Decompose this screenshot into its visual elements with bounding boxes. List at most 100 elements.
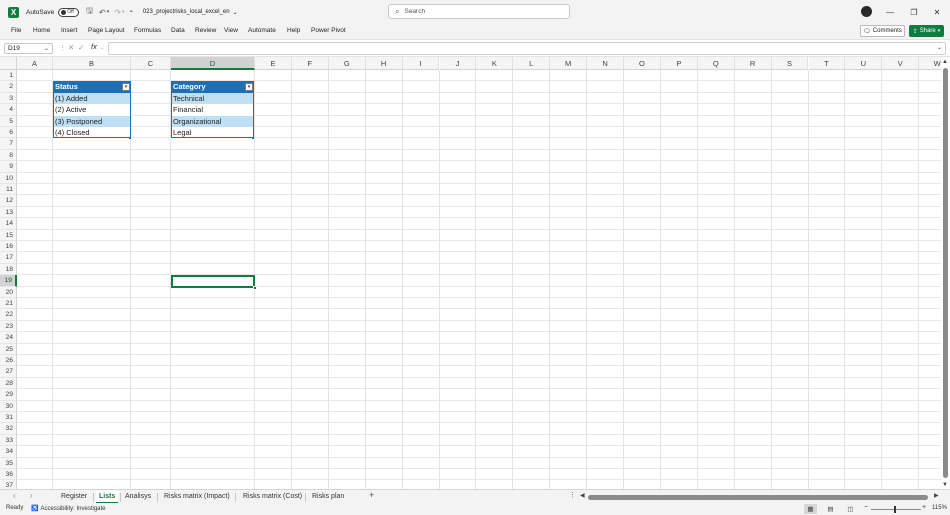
next-sheet-icon[interactable]: › [30,491,33,500]
column-header-n[interactable]: N [587,57,624,70]
menu-file[interactable]: File [11,27,21,34]
cancel-icon[interactable]: ✕ [68,43,74,52]
table-resize-handle[interactable] [129,136,131,139]
scroll-left-icon[interactable]: ◀ [580,492,585,499]
sheet-tab-risks-plan[interactable]: Risks plan [312,491,344,502]
zoom-slider[interactable] [871,506,921,513]
undo-icon[interactable]: ↶ [99,8,106,17]
row-header-27[interactable]: 27 [0,366,17,378]
column-header-h[interactable]: H [365,57,403,70]
row-header-31[interactable]: 31 [0,412,17,424]
menu-home[interactable]: Home [33,27,50,34]
scroll-down-icon[interactable]: ▼ [942,482,948,488]
page-break-preview-icon[interactable]: ◫ [844,504,857,514]
column-header-k[interactable]: K [476,57,514,70]
status-item-cell[interactable]: (1) Added [53,92,131,105]
category-item-cell[interactable]: Technical [171,92,254,105]
sheet-tab-risks-matrix-impact[interactable]: Risks matrix (Impact) [164,491,230,502]
row-header-32[interactable]: 32 [0,423,17,435]
add-sheet-icon[interactable]: + [369,490,374,500]
row-header-13[interactable]: 13 [0,206,17,219]
avatar[interactable] [861,6,872,17]
normal-view-icon[interactable]: ▦ [804,504,817,514]
status-item-cell[interactable]: (2) Active [53,104,131,116]
status-item-cell[interactable]: (3) Postponed [53,115,131,127]
category-item-cell[interactable]: Legal [171,127,254,139]
row-header-26[interactable]: 26 [0,355,17,367]
row-header-3[interactable]: 3 [0,92,17,105]
status-item-cell[interactable]: (4) Closed [53,127,131,139]
search-box[interactable]: ⌕ [388,4,570,19]
category-header-cell[interactable]: Category [171,81,254,93]
expand-formula-icon[interactable]: ⌄ [937,44,942,51]
row-header-15[interactable]: 15 [0,229,17,241]
minimize-icon[interactable]: — [883,5,897,19]
chevron-down-icon[interactable]: ⌄ [100,45,104,51]
column-header-d[interactable]: D [171,57,255,70]
row-header-4[interactable]: 4 [0,104,17,116]
zoom-in-icon[interactable]: + [922,504,926,511]
column-header-i[interactable]: I [402,57,440,70]
close-icon[interactable]: ✕ [930,5,944,19]
column-header-u[interactable]: U [845,57,883,70]
row-header-22[interactable]: 22 [0,309,17,321]
column-header-p[interactable]: P [660,57,698,70]
redo-dropdown-icon[interactable]: ▾ [122,9,125,15]
sheet-tab-analisys[interactable]: Analisys [125,491,151,502]
column-header-e[interactable]: E [255,57,292,70]
select-all-corner[interactable] [0,57,17,70]
row-header-37[interactable]: 37 [0,480,17,489]
sheet-tab-register[interactable]: Register [61,491,87,502]
zoom-out-icon[interactable]: − [864,504,868,511]
name-box[interactable]: D19 ⌄ [4,43,53,54]
more-options-icon[interactable]: ⋮ [569,491,576,499]
horizontal-scroll-thumb[interactable] [588,495,928,500]
row-header-17[interactable]: 17 [0,252,17,264]
filter-dropdown-icon[interactable]: ▾ [245,83,253,91]
status-header-cell[interactable]: Status [53,81,131,93]
row-header-2[interactable]: 2 [0,81,17,93]
column-header-g[interactable]: G [328,57,366,70]
column-header-o[interactable]: O [624,57,661,70]
row-header-28[interactable]: 28 [0,377,17,390]
row-header-14[interactable]: 14 [0,218,17,230]
comments-button[interactable]: 🗨 Comments [860,25,905,37]
category-item-cell[interactable]: Financial [171,104,254,116]
row-header-10[interactable]: 10 [0,172,17,184]
prev-sheet-icon[interactable]: ‹ [13,491,16,500]
row-header-25[interactable]: 25 [0,343,17,355]
row-header-1[interactable]: 1 [0,70,17,82]
column-header-q[interactable]: Q [697,57,735,70]
save-icon[interactable]: 🖫 [86,5,93,19]
column-header-b[interactable]: B [53,57,131,70]
page-layout-view-icon[interactable]: ▤ [824,504,837,514]
row-header-35[interactable]: 35 [0,457,17,469]
column-header-r[interactable]: R [734,57,772,70]
table-resize-handle[interactable] [252,136,254,139]
zoom-level[interactable]: 115% [932,505,947,511]
row-header-8[interactable]: 8 [0,149,17,162]
column-header-c[interactable]: C [131,57,171,70]
row-header-18[interactable]: 18 [0,263,17,276]
scroll-up-icon[interactable]: ▲ [942,59,948,65]
column-header-l[interactable]: L [513,57,551,70]
column-header-s[interactable]: S [771,57,809,70]
category-item-cell[interactable]: Organizational [171,115,254,127]
horizontal-scrollbar[interactable]: ◀ ▶ [580,493,942,501]
menu-data[interactable]: Data [171,27,185,34]
menu-help[interactable]: Help [287,27,300,34]
row-header-6[interactable]: 6 [0,127,17,139]
active-cell-d19[interactable] [171,275,255,288]
insert-function-icon[interactable]: fx [91,42,97,51]
row-header-20[interactable]: 20 [0,286,17,298]
accessibility-status[interactable]: ♿ Accessibility: Investigate [31,505,106,513]
row-header-30[interactable]: 30 [0,400,17,412]
formula-input[interactable]: ⌄ [108,42,946,55]
menu-view[interactable]: View [224,27,238,34]
restore-icon[interactable]: ❐ [907,5,921,19]
menu-automate[interactable]: Automate [248,27,276,34]
column-header-a[interactable]: A [17,57,53,70]
row-header-16[interactable]: 16 [0,241,17,253]
sheet-tab-risks-matrix-cost[interactable]: Risks matrix (Cost) [243,491,302,502]
document-title[interactable]: 023_projectrisks_local_excel_en ⌄ [143,9,238,16]
